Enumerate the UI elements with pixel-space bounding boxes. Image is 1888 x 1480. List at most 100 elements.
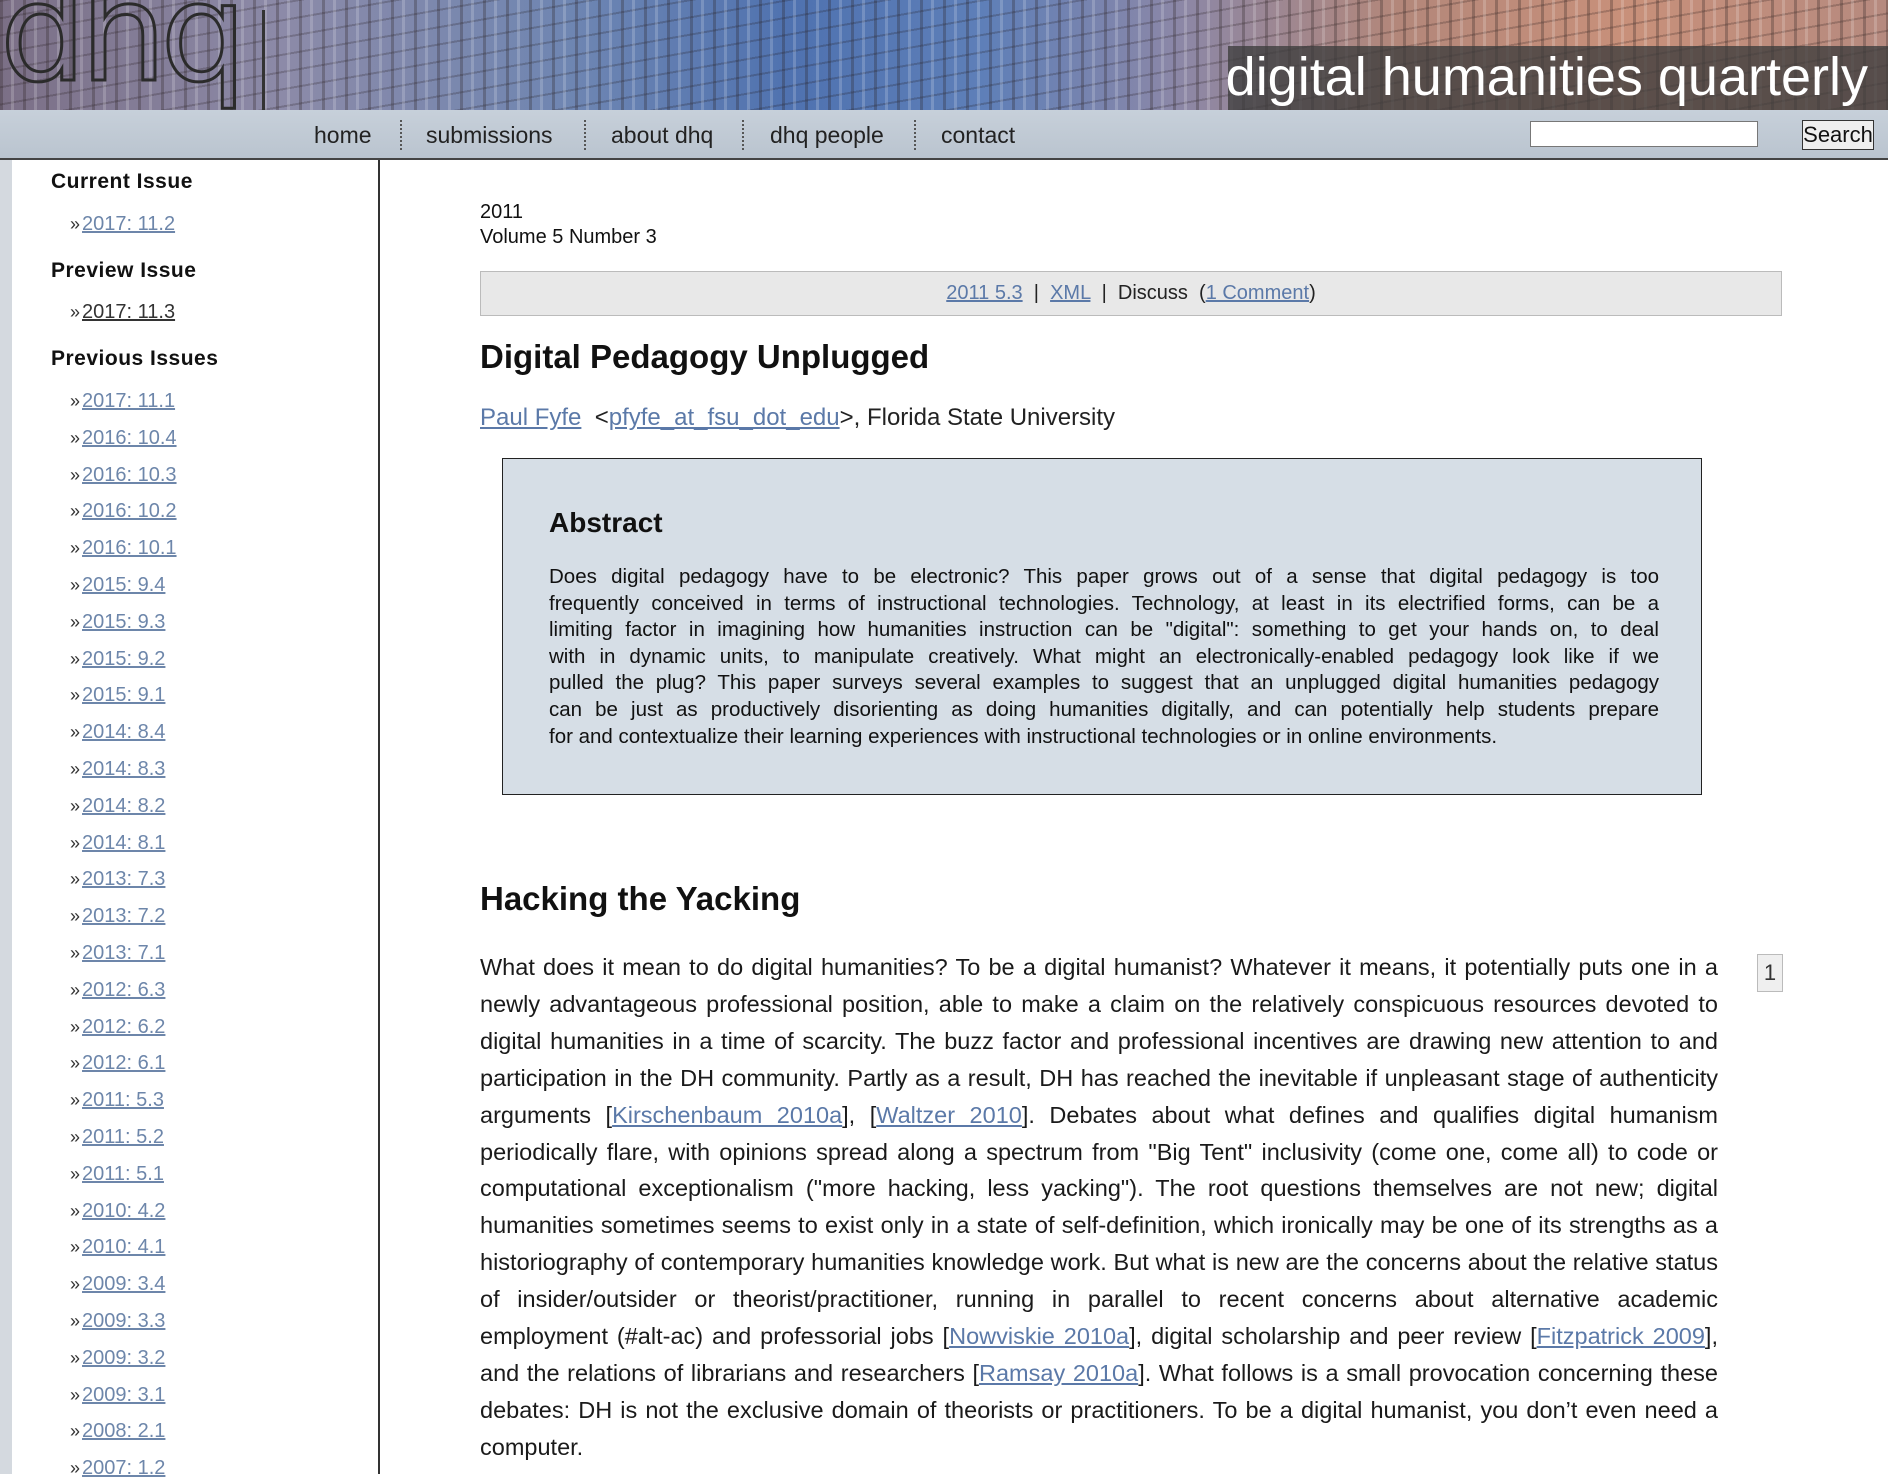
author-link[interactable]: Paul Fyfe xyxy=(480,404,581,431)
sidebar-item-previous-issue[interactable]: » 2014: 8.1 xyxy=(70,832,165,855)
current-issue-link[interactable]: 2017: 11.2 xyxy=(82,213,175,235)
sidebar-item-previous-issue[interactable]: » 2009: 3.2 xyxy=(70,1347,165,1370)
sidebar-item-previous-issue[interactable]: » 2013: 7.1 xyxy=(70,942,165,965)
sidebar-item-previous-issue[interactable]: » 2010: 4.1 xyxy=(70,1236,165,1259)
previous-issue-link[interactable]: 2013: 7.3 xyxy=(82,868,165,890)
issue-link[interactable]: 2011 5.3 xyxy=(946,282,1022,304)
nav-submissions[interactable]: submissions xyxy=(426,122,553,149)
dhq-logo[interactable]: dhq xyxy=(0,0,248,104)
sidebar-item-previous-issue[interactable]: » 2009: 3.1 xyxy=(70,1384,165,1407)
search-button[interactable]: Search xyxy=(1802,120,1874,150)
previous-issue-link[interactable]: 2016: 10.4 xyxy=(82,427,177,449)
sidebar-item-previous-issue[interactable]: » 2014: 8.4 xyxy=(70,721,165,744)
previous-issue-link[interactable]: 2014: 8.3 xyxy=(82,758,165,780)
previous-issue-link[interactable]: 2015: 9.2 xyxy=(82,648,165,670)
search-input[interactable] xyxy=(1530,121,1758,147)
sidebar-item-previous-issue[interactable]: » 2014: 8.3 xyxy=(70,758,165,781)
double-chevron-icon: » xyxy=(70,1237,81,1258)
sidebar-item-preview[interactable]: » 2017: 11.3 xyxy=(70,301,175,324)
abstract-line: can be just as productively disorienting… xyxy=(549,697,1659,721)
sidebar-item-previous-issue[interactable]: » 2016: 10.1 xyxy=(70,537,177,560)
sidebar-item-previous-issue[interactable]: » 2016: 10.3 xyxy=(70,464,177,487)
author-email-link[interactable]: pfyfe_at_fsu_dot_edu xyxy=(609,404,840,431)
preview-issue-link[interactable]: 2017: 11.3 xyxy=(82,301,175,323)
previous-issue-link[interactable]: 2010: 4.1 xyxy=(82,1236,165,1258)
article-title: Digital Pedagogy Unplugged xyxy=(480,338,930,375)
double-chevron-icon: » xyxy=(70,906,81,927)
email-bracket: >, xyxy=(839,404,867,431)
previous-issue-link[interactable]: 2010: 4.2 xyxy=(82,1200,165,1222)
previous-issue-link[interactable]: 2014: 8.1 xyxy=(82,832,165,854)
previous-issue-link[interactable]: 2007: 1.2 xyxy=(82,1457,165,1479)
sidebar-item-previous-issue[interactable]: » 2009: 3.3 xyxy=(70,1310,165,1333)
paragraph-text: ], [ xyxy=(842,1101,877,1128)
nav-about-dhq[interactable]: about dhq xyxy=(611,122,713,149)
previous-issue-link[interactable]: 2016: 10.2 xyxy=(82,500,177,522)
double-chevron-icon: » xyxy=(70,1053,81,1074)
comments-link[interactable]: 1 Comment xyxy=(1206,282,1309,304)
citation-link[interactable]: Ramsay 2010a xyxy=(979,1360,1138,1386)
paren-close: ) xyxy=(1309,282,1316,304)
previous-issue-link[interactable]: 2009: 3.1 xyxy=(82,1384,165,1406)
paragraph-text: ], digital scholarship and peer review [ xyxy=(1129,1323,1537,1350)
issue-year: 2011 xyxy=(480,201,524,223)
nav-contact[interactable]: contact xyxy=(941,122,1015,149)
nav-separator xyxy=(400,120,402,150)
citation-link[interactable]: Fitzpatrick 2009 xyxy=(1537,1323,1705,1349)
previous-issue-link[interactable]: 2015: 9.1 xyxy=(82,684,165,706)
abstract-text: Does digital pedagogy have to be electro… xyxy=(549,564,1659,750)
sidebar-item-previous-issue[interactable]: » 2015: 9.3 xyxy=(70,611,165,634)
previous-issue-link[interactable]: 2014: 8.2 xyxy=(82,795,165,817)
sidebar-item-current[interactable]: » 2017: 11.2 xyxy=(70,213,175,236)
previous-issue-link[interactable]: 2009: 3.4 xyxy=(82,1273,165,1295)
sidebar-item-previous-issue[interactable]: » 2010: 4.2 xyxy=(70,1200,165,1223)
previous-issue-link[interactable]: 2011: 5.3 xyxy=(82,1089,164,1111)
previous-issue-link[interactable]: 2013: 7.2 xyxy=(82,905,165,927)
preview-issue-heading: Preview Issue xyxy=(51,259,197,282)
previous-issue-link[interactable]: 2012: 6.1 xyxy=(82,1052,165,1074)
previous-issue-link[interactable]: 2017: 11.1 xyxy=(82,390,175,412)
sidebar-item-previous-issue[interactable]: » 2011: 5.2 xyxy=(70,1126,164,1149)
previous-issue-link[interactable]: 2011: 5.2 xyxy=(82,1126,164,1148)
toolbar-separator: | xyxy=(1096,282,1113,304)
xml-link[interactable]: XML xyxy=(1050,282,1090,304)
previous-issue-link[interactable]: 2015: 9.4 xyxy=(82,574,165,596)
sidebar-item-previous-issue[interactable]: » 2016: 10.2 xyxy=(70,500,177,523)
sidebar-item-previous-issue[interactable]: » 2014: 8.2 xyxy=(70,795,165,818)
double-chevron-icon: » xyxy=(70,391,81,411)
sidebar-item-previous-issue[interactable]: » 2012: 6.1 xyxy=(70,1052,165,1075)
sidebar-item-previous-issue[interactable]: » 2013: 7.3 xyxy=(70,868,165,891)
citation-link[interactable]: Nowviskie 2010a xyxy=(949,1323,1129,1349)
nav-home[interactable]: home xyxy=(314,122,372,149)
sidebar-item-previous-issue[interactable]: » 2015: 9.4 xyxy=(70,574,165,597)
nav-dhq-people[interactable]: dhq people xyxy=(770,122,884,149)
previous-issue-link[interactable]: 2012: 6.3 xyxy=(82,979,165,1001)
sidebar-item-previous-issue[interactable]: » 2011: 5.3 xyxy=(70,1089,164,1112)
paragraph-number[interactable]: 1 xyxy=(1757,954,1783,992)
sidebar-item-previous-issue[interactable]: » 2016: 10.4 xyxy=(70,427,177,450)
sidebar-item-previous-issue[interactable]: » 2012: 6.2 xyxy=(70,1016,165,1039)
previous-issue-link[interactable]: 2016: 10.3 xyxy=(82,464,177,486)
sidebar-item-previous-issue[interactable]: » 2013: 7.2 xyxy=(70,905,165,928)
previous-issue-link[interactable]: 2013: 7.1 xyxy=(82,942,165,964)
sidebar-item-previous-issue[interactable]: » 2017: 11.1 xyxy=(70,390,175,413)
previous-issue-link[interactable]: 2009: 3.2 xyxy=(82,1347,165,1369)
sidebar-item-previous-issue[interactable]: » 2011: 5.1 xyxy=(70,1163,164,1186)
sidebar-item-previous-issue[interactable]: » 2008: 2.1 xyxy=(70,1420,165,1443)
previous-issue-link[interactable]: 2008: 2.1 xyxy=(82,1420,165,1442)
previous-issue-link[interactable]: 2011: 5.1 xyxy=(82,1163,164,1185)
sidebar-item-previous-issue[interactable]: » 2007: 1.2 xyxy=(70,1457,165,1480)
previous-issue-link[interactable]: 2015: 9.3 xyxy=(82,611,165,633)
previous-issue-link[interactable]: 2012: 6.2 xyxy=(82,1016,165,1038)
sidebar-item-previous-issue[interactable]: » 2015: 9.2 xyxy=(70,648,165,671)
sidebar-item-previous-issue[interactable]: » 2009: 3.4 xyxy=(70,1273,165,1296)
previous-issue-link[interactable]: 2014: 8.4 xyxy=(82,721,165,743)
previous-issue-link[interactable]: 2009: 3.3 xyxy=(82,1310,165,1332)
sidebar-item-previous-issue[interactable]: » 2015: 9.1 xyxy=(70,684,165,707)
citation-link[interactable]: Kirschenbaum 2010a xyxy=(612,1102,842,1128)
issue-toolbar: 2011 5.3 | XML | Discuss (1 Comment) xyxy=(480,271,1782,316)
paragraph-text: ]. Debates about what defines and qualif… xyxy=(480,1101,1718,1350)
citation-link[interactable]: Waltzer 2010 xyxy=(876,1102,1022,1128)
previous-issue-link[interactable]: 2016: 10.1 xyxy=(82,537,177,559)
sidebar-item-previous-issue[interactable]: » 2012: 6.3 xyxy=(70,979,165,1002)
